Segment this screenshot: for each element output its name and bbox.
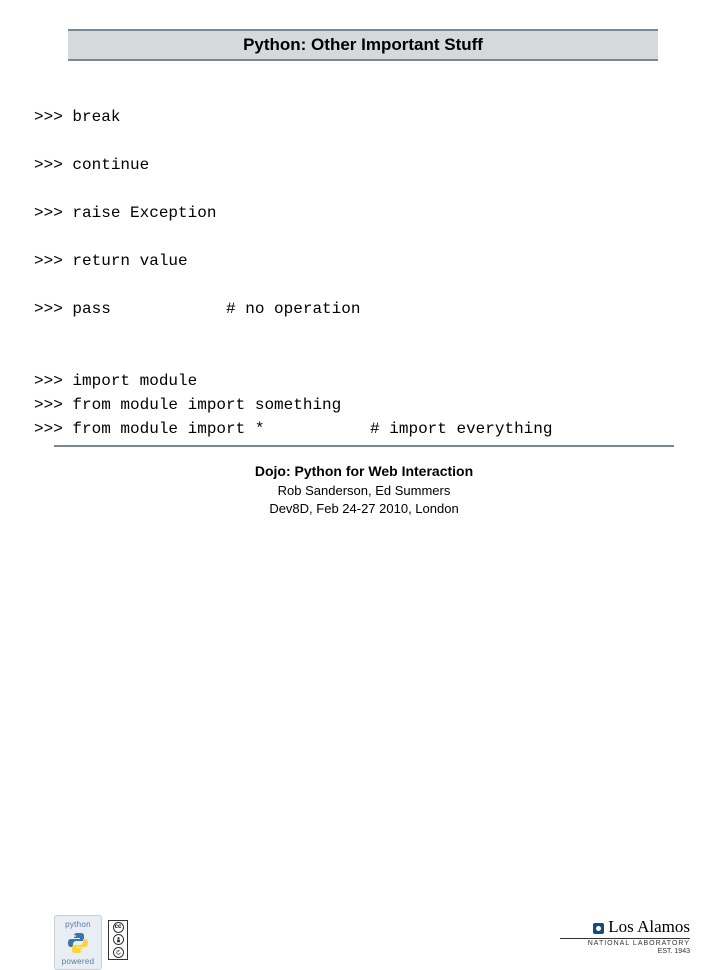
los-alamos-name: Los Alamos bbox=[560, 917, 690, 937]
python-icon bbox=[66, 931, 90, 955]
slide-title: Python: Other Important Stuff bbox=[243, 35, 483, 55]
creative-commons-badge: cc bbox=[108, 920, 128, 960]
los-alamos-est: EST. 1943 bbox=[560, 948, 690, 955]
cc-sa-icon bbox=[113, 947, 124, 958]
los-alamos-dot-icon bbox=[593, 923, 604, 934]
code-line bbox=[34, 273, 552, 297]
code-line: >>> pass # no operation bbox=[34, 297, 552, 321]
code-line: >>> raise Exception bbox=[34, 201, 552, 225]
slide-title-bar: Python: Other Important Stuff bbox=[68, 29, 658, 61]
footer-authors: Rob Sanderson, Ed Summers bbox=[0, 483, 728, 498]
footer-event: Dev8D, Feb 24-27 2010, London bbox=[0, 501, 728, 516]
los-alamos-logo: Los Alamos NATIONAL LABORATORY EST. 1943 bbox=[560, 917, 690, 955]
code-line: >>> from module import * # import everyt… bbox=[34, 417, 552, 441]
code-line: >>> return value bbox=[34, 249, 552, 273]
los-alamos-subtitle: NATIONAL LABORATORY bbox=[560, 938, 690, 947]
cc-icon: cc bbox=[113, 922, 124, 933]
code-block: >>> break >>> continue >>> raise Excepti… bbox=[34, 105, 552, 441]
code-line bbox=[34, 177, 552, 201]
python-logo-text-bottom: powered bbox=[62, 957, 95, 966]
python-logo-text-top: python bbox=[65, 920, 91, 929]
slide-footer: python powered cc Dojo: Python for Web I… bbox=[0, 455, 728, 535]
code-line: >>> break bbox=[34, 105, 552, 129]
cc-by-icon bbox=[113, 934, 124, 945]
code-line bbox=[34, 321, 552, 345]
code-line: >>> from module import something bbox=[34, 393, 552, 417]
code-line bbox=[34, 225, 552, 249]
footer-title: Dojo: Python for Web Interaction bbox=[0, 463, 728, 479]
code-line: >>> continue bbox=[34, 153, 552, 177]
code-line bbox=[34, 345, 552, 369]
code-line: >>> import module bbox=[34, 369, 552, 393]
footer-divider bbox=[54, 445, 674, 447]
code-line bbox=[34, 129, 552, 153]
python-powered-logo: python powered bbox=[54, 915, 102, 970]
